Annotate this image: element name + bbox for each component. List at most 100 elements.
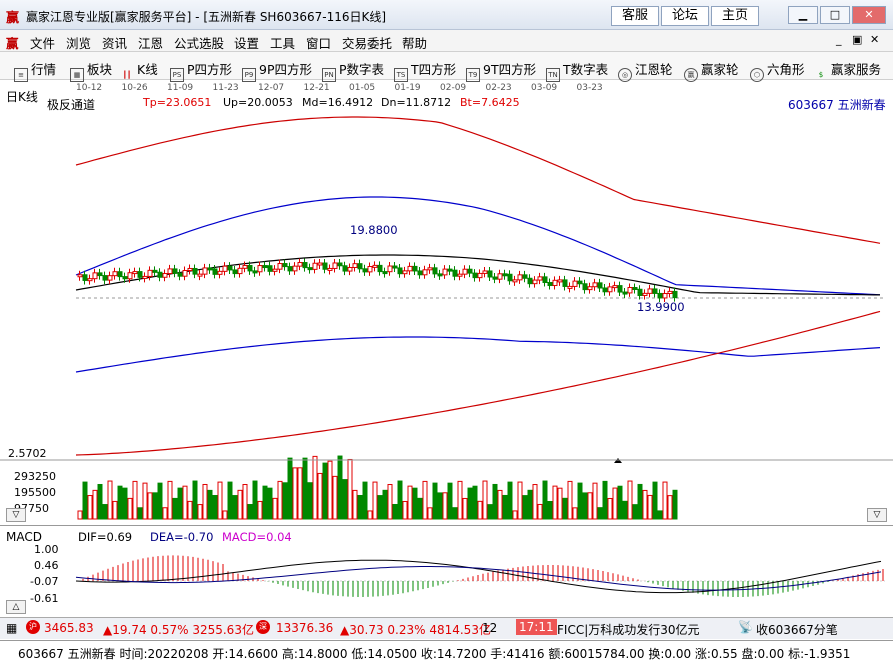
expand-pane-button[interactable]: △: [6, 600, 26, 614]
volume-bar: [287, 457, 293, 520]
mdi-restore-icon[interactable]: ▣: [852, 33, 862, 46]
candle: [327, 267, 333, 271]
candle: [147, 269, 153, 277]
menu-browse[interactable]: 浏览: [66, 33, 91, 52]
candle: [482, 270, 488, 274]
tool-t-square[interactable]: TS T四方形: [394, 59, 456, 82]
homepage-button[interactable]: 主页: [711, 6, 759, 26]
mdi-close-icon[interactable]: ✕: [870, 33, 879, 46]
candle: [487, 270, 493, 278]
volume-bar: [112, 500, 118, 520]
volume-bar: [82, 481, 88, 520]
menu-help[interactable]: 帮助: [402, 33, 427, 52]
volume-bar: [172, 497, 178, 520]
volume-bar: [77, 510, 83, 520]
tool-sectors[interactable]: ▦ 板块: [70, 59, 112, 82]
news-ticker[interactable]: FICC|万科成功发行30亿元: [557, 621, 721, 638]
menu-news[interactable]: 资讯: [102, 33, 127, 52]
tool-quotes[interactable]: ≡ 行情: [14, 59, 56, 82]
tool-p-square[interactable]: PS P四方形: [170, 59, 232, 82]
volume-bar: [512, 510, 518, 520]
candle: [127, 272, 133, 280]
tool-9p-square[interactable]: P9 9P四方形: [242, 59, 312, 82]
tool-gann-wheel[interactable]: ◎ 江恩轮: [618, 59, 673, 82]
keyboard-icon[interactable]: ▦: [6, 621, 17, 635]
candle: [292, 265, 298, 272]
candle: [407, 265, 413, 272]
menu-settings[interactable]: 设置: [234, 33, 259, 52]
service-button[interactable]: 客服: [611, 6, 659, 26]
volume-bar: [602, 480, 608, 520]
candle: [547, 282, 553, 287]
candle: [602, 287, 608, 293]
volume-bar: [672, 489, 678, 520]
kline-chart-pane[interactable]: 日K线 极反通道 Tp=23.0651 Up=20.0053 Md=16.491…: [0, 80, 893, 525]
volume-bar: [192, 480, 198, 520]
volume-bar: [612, 487, 618, 520]
candle: [257, 265, 263, 273]
candle: [347, 266, 353, 272]
candle: [182, 270, 188, 277]
candle: [372, 264, 378, 268]
candle: [122, 276, 128, 280]
volume-bar: [422, 480, 428, 520]
volume-bar: [492, 483, 498, 520]
collect-ticks[interactable]: 收603667分笔: [756, 621, 838, 638]
volume-bar: [477, 500, 483, 520]
tool-hexagon[interactable]: ⬡ 六角形: [750, 59, 805, 82]
candle: [157, 271, 163, 278]
macd-pane[interactable]: MACD DIF=0.69 DEA=-0.70 MACD=0.04 1.00 0…: [0, 525, 893, 617]
candle: [402, 270, 408, 275]
app-menu-icon[interactable]: 赢: [6, 33, 19, 52]
menu-bar: 赢 文件 浏览 资讯 江恩 公式选股 设置 工具 窗口 交易委托 帮助 _ ▣ …: [0, 30, 893, 52]
volume-bar: [212, 495, 218, 520]
candle: [382, 271, 388, 275]
minimize-icon[interactable]: ▁: [788, 6, 818, 24]
candle: [637, 288, 643, 296]
volume-bar: [152, 492, 158, 520]
candle: [197, 273, 203, 277]
maximize-icon[interactable]: □: [820, 6, 850, 24]
menu-formula[interactable]: 公式选股: [174, 33, 224, 52]
volume-bar: [482, 480, 488, 520]
candle: [392, 265, 398, 269]
tool-9t-square[interactable]: T9 9T四方形: [466, 59, 536, 82]
menu-trade[interactable]: 交易委托: [342, 33, 392, 52]
candle: [317, 262, 323, 266]
candle: [527, 277, 533, 285]
close-icon[interactable]: ✕: [852, 6, 886, 24]
volume-bar: [177, 487, 183, 520]
collapse-pane-button[interactable]: ▽: [6, 508, 26, 522]
mdi-minimize-icon[interactable]: _: [836, 33, 842, 46]
menu-tools[interactable]: 工具: [270, 33, 295, 52]
forum-button[interactable]: 论坛: [661, 6, 709, 26]
volume-bar: [462, 497, 468, 520]
volume-bar: [377, 495, 383, 520]
tool-p-table[interactable]: PN P数字表: [322, 59, 384, 82]
scroll-right-button[interactable]: ▽: [867, 508, 887, 522]
volume-bar: [182, 485, 188, 520]
candle: [242, 264, 248, 269]
candle: [137, 271, 143, 278]
candle: [302, 262, 308, 269]
candle: [222, 265, 228, 272]
tool-winner-wheel[interactable]: 赢赢家轮: [684, 59, 739, 82]
menu-window[interactable]: 窗口: [306, 33, 331, 52]
candle: [112, 271, 118, 277]
sz-change: ▲30.73 0.23% 4814.53亿: [340, 623, 491, 637]
candle: [612, 285, 618, 289]
candle: [567, 285, 573, 289]
volume-bar: [552, 485, 558, 520]
volume-bar: [442, 492, 448, 520]
candle: [417, 270, 423, 276]
volume-bar: [317, 472, 323, 520]
volume-bar: [362, 481, 368, 520]
menu-file[interactable]: 文件: [30, 33, 55, 52]
volume-bar: [102, 504, 108, 520]
menu-gann[interactable]: 江恩: [138, 33, 163, 52]
info-bar: 603667 五洲新春 时间:20220208 开:14.6600 高:14.8…: [0, 640, 893, 664]
macd-chart-svg: [75, 555, 885, 597]
window-title: 赢家江恩专业版[赢家服务平台] - [五洲新春 SH603667-116日K线]: [26, 10, 387, 24]
tool-t-table[interactable]: TN T数字表: [546, 59, 608, 82]
candle: [537, 276, 543, 281]
